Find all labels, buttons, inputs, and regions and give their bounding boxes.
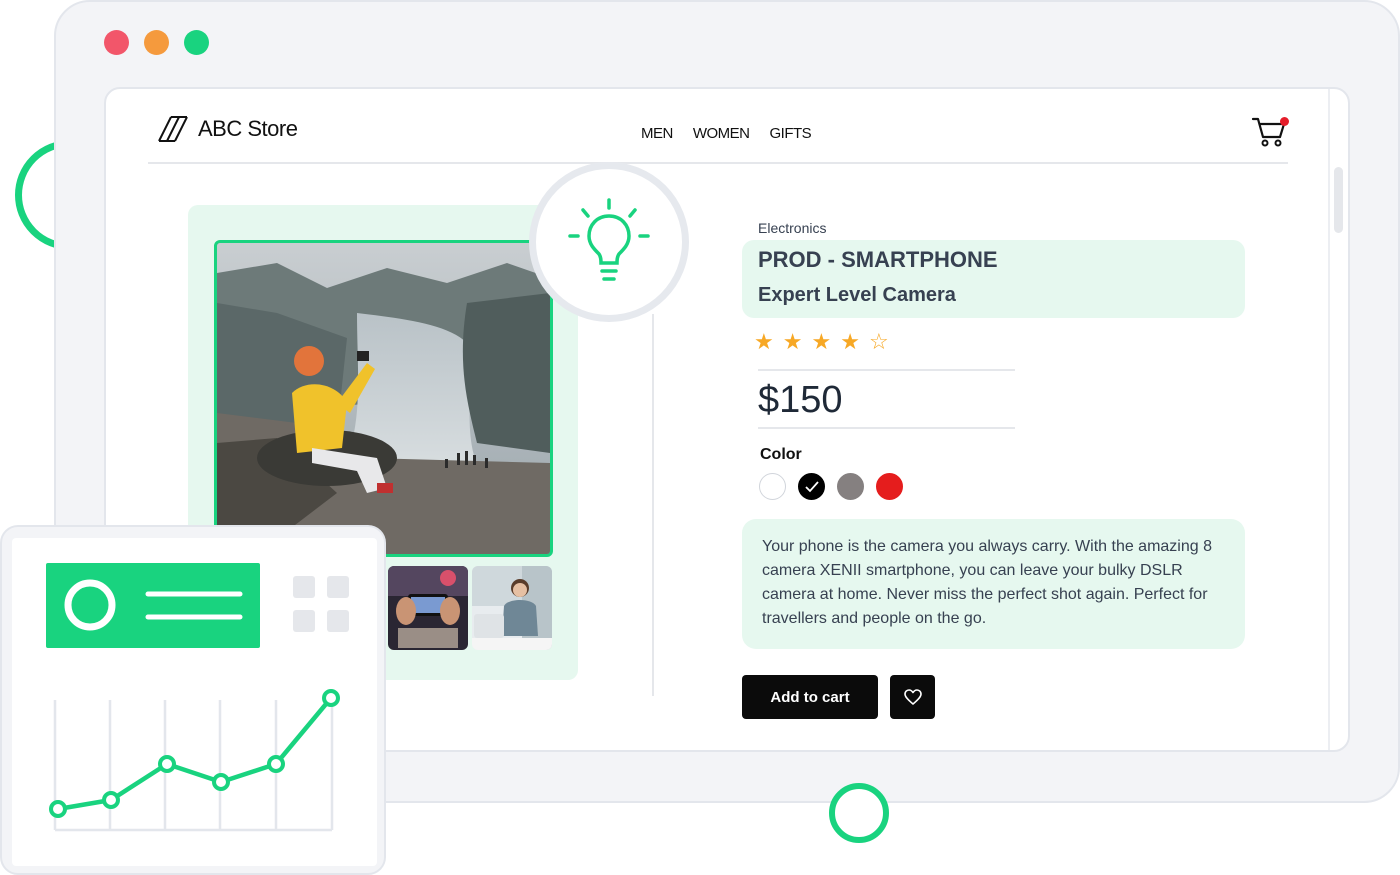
color-swatch-gray[interactable] <box>837 473 864 500</box>
logo-icon <box>158 116 188 142</box>
widget-line-chart <box>40 680 350 845</box>
grid-icon <box>293 576 349 632</box>
star-icon-filled[interactable]: ★ <box>754 329 774 355</box>
product-rating: ★ ★ ★ ★ ☆ <box>754 329 889 355</box>
wishlist-button[interactable] <box>890 675 935 719</box>
scrollbar-thumb[interactable] <box>1334 167 1343 233</box>
window-close-dot[interactable] <box>104 30 129 55</box>
product-title: PROD - SMARTPHONE <box>758 247 998 272</box>
main-nav: MEN WOMEN GIFTS <box>641 125 812 142</box>
thumbnail-image <box>472 566 552 650</box>
product-thumbnail-gaming[interactable] <box>388 566 468 650</box>
star-icon-filled[interactable]: ★ <box>783 329 803 355</box>
product-price: $150 <box>758 379 843 421</box>
star-icon-empty[interactable]: ☆ <box>869 329 889 355</box>
window-minimize-dot[interactable] <box>144 30 169 55</box>
color-swatch-black[interactable] <box>798 473 825 500</box>
widget-profile-banner <box>46 563 260 648</box>
color-swatch-red[interactable] <box>876 473 903 500</box>
star-icon-filled[interactable]: ★ <box>811 329 831 355</box>
price-divider-bottom <box>758 427 1015 429</box>
cart-notification-badge <box>1280 117 1289 126</box>
color-swatch-white[interactable] <box>759 473 786 500</box>
nav-item-men[interactable]: MEN <box>641 125 673 142</box>
store-logo[interactable]: ABC Store <box>156 115 298 143</box>
color-label: Color <box>760 446 802 463</box>
cart-button[interactable] <box>1251 115 1291 151</box>
nav-item-gifts[interactable]: GIFTS <box>770 125 812 142</box>
profile-placeholder <box>64 579 243 631</box>
content-divider <box>652 314 654 696</box>
product-main-photo[interactable] <box>214 240 553 557</box>
chart-graphic <box>49 689 340 832</box>
idea-badge <box>529 162 689 322</box>
window-maximize-dot[interactable] <box>184 30 209 55</box>
color-swatches <box>759 473 903 500</box>
lightbulb-icon <box>568 198 650 281</box>
add-to-cart-button[interactable]: Add to cart <box>742 675 878 719</box>
price-divider-top <box>758 369 1015 371</box>
nav-item-women[interactable]: WOMEN <box>693 125 750 142</box>
product-subtitle: Expert Level Camera <box>758 284 956 306</box>
star-icon-filled[interactable]: ★ <box>840 329 860 355</box>
store-name: ABC Store <box>198 116 298 141</box>
product-description: Your phone is the camera you always carr… <box>742 519 1245 649</box>
decorative-ring-bottom <box>829 783 889 843</box>
check-icon <box>804 480 819 492</box>
product-title-box: PROD - SMARTPHONE Expert Level Camera <box>742 240 1245 318</box>
heart-icon <box>903 689 922 705</box>
photo-hiker-fjord <box>217 243 550 554</box>
store-header: ABC Store MEN WOMEN GIFTS <box>148 89 1291 164</box>
product-thumbnail-office[interactable] <box>472 566 552 650</box>
product-category: Electronics <box>758 220 827 236</box>
thumbnail-image <box>388 566 468 650</box>
